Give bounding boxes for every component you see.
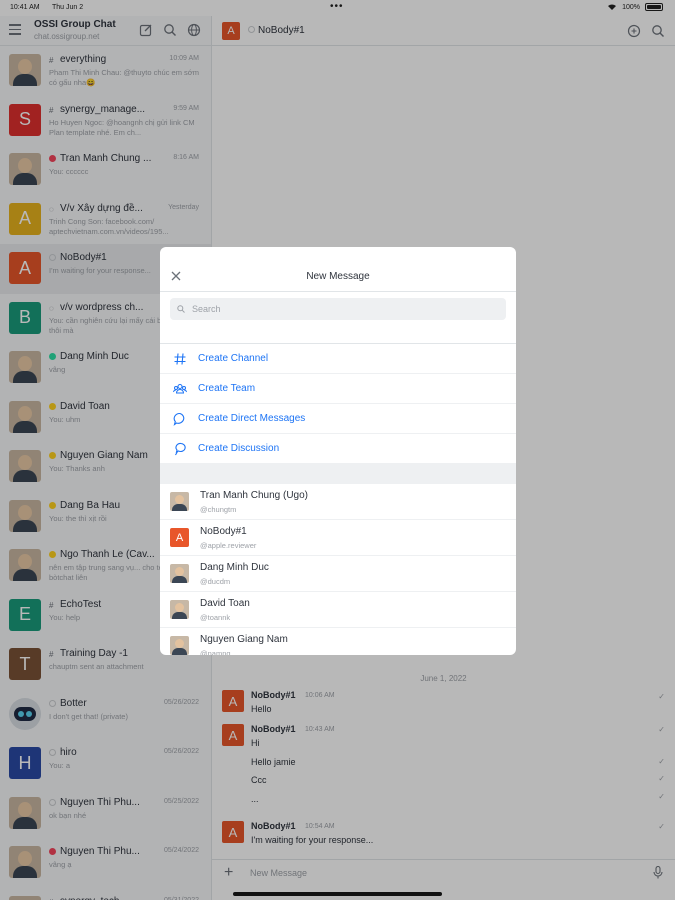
- avatar: [170, 636, 189, 655]
- user-list-item[interactable]: David Toan @toannk: [160, 592, 516, 628]
- user-name: Nguyen Giang Nam: [200, 634, 288, 645]
- chat-bubble-icon: [173, 412, 185, 426]
- user-list-item[interactable]: A NoBody#1 @apple.reviewer: [160, 520, 516, 556]
- modal-title: New Message: [306, 271, 370, 282]
- user-handle: @toannk: [200, 613, 231, 622]
- hash-icon: [174, 353, 186, 365]
- avatar: [170, 600, 189, 619]
- user-name: Tran Manh Chung (Ugo): [200, 490, 309, 501]
- user-handle: @ducdm: [200, 577, 231, 586]
- section-divider: [160, 464, 516, 484]
- search-input[interactable]: [170, 298, 506, 320]
- create-channel-button[interactable]: Create Channel: [160, 344, 516, 374]
- user-name: David Toan: [200, 598, 250, 609]
- user-list: Tran Manh Chung (Ugo) @chungtm A NoBody#1 @a…: [160, 484, 516, 655]
- create-discussion-label: Create Discussion: [198, 443, 280, 454]
- user-name: Dang Minh Duc: [200, 562, 269, 573]
- avatar: [170, 564, 189, 583]
- search-icon: [177, 305, 185, 313]
- create-channel-label: Create Channel: [198, 353, 269, 364]
- create-discussion-button[interactable]: Create Discussion: [160, 434, 516, 464]
- user-list-item[interactable]: Nguyen Giang Nam @namng: [160, 628, 516, 655]
- create-direct-messages-label: Create Direct Messages: [198, 413, 306, 424]
- user-list-item[interactable]: Dang Minh Duc @ducdm: [160, 556, 516, 592]
- discussion-icon: [175, 442, 186, 456]
- user-handle: @namng: [200, 649, 231, 655]
- avatar: [170, 492, 189, 511]
- modal-header: New Message: [160, 247, 516, 292]
- avatar: A: [170, 528, 189, 547]
- search-section: [160, 292, 516, 344]
- user-list-item[interactable]: Tran Manh Chung (Ugo) @chungtm: [160, 484, 516, 520]
- home-indicator[interactable]: [233, 892, 442, 896]
- user-handle: @apple.reviewer: [200, 541, 257, 550]
- create-direct-messages-button[interactable]: Create Direct Messages: [160, 404, 516, 434]
- new-message-modal: New Message Create Channel Create Team C…: [160, 247, 516, 655]
- create-team-label: Create Team: [198, 383, 256, 394]
- team-icon: [173, 384, 187, 394]
- user-handle: @chungtm: [200, 505, 237, 514]
- create-team-button[interactable]: Create Team: [160, 374, 516, 404]
- user-name: NoBody#1: [200, 526, 247, 537]
